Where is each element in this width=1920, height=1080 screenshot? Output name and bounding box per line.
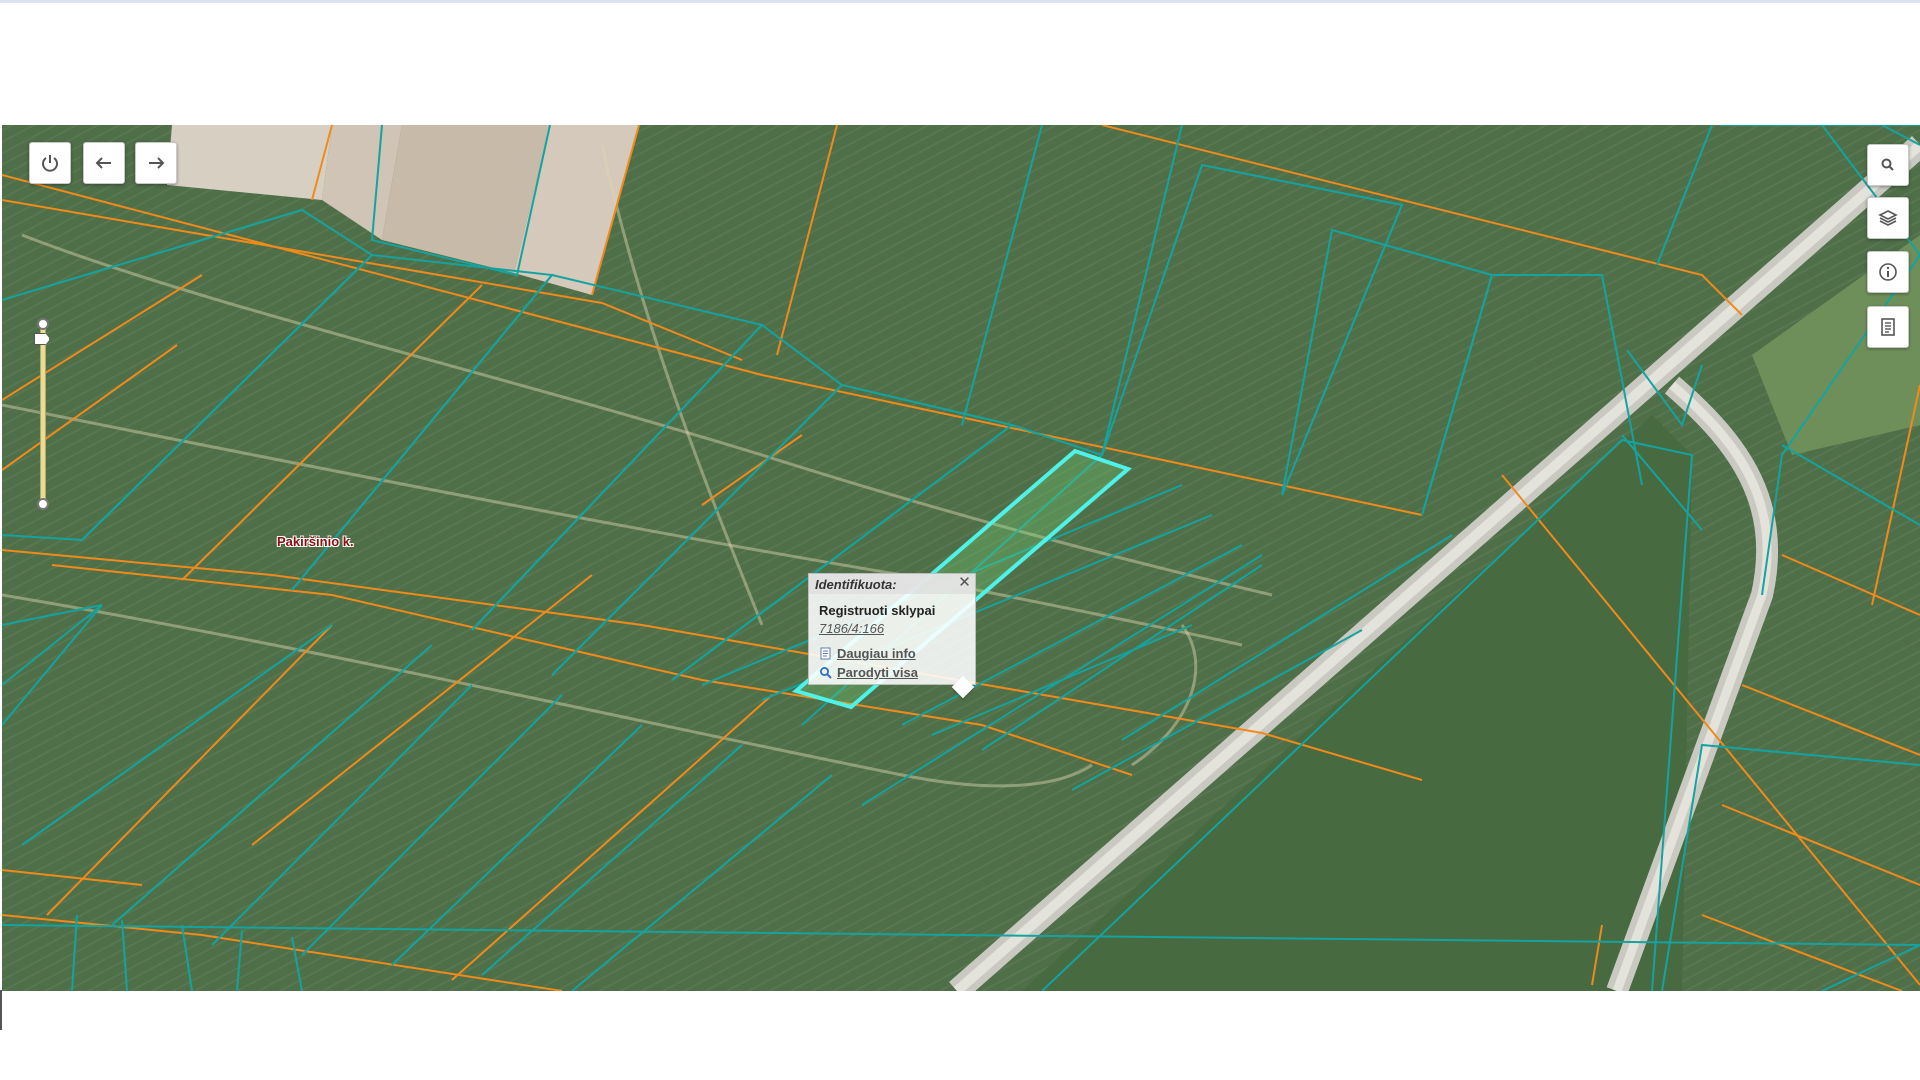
zoom-handle[interactable] bbox=[34, 333, 50, 345]
zoom-in-end[interactable] bbox=[37, 318, 49, 330]
legend-icon bbox=[1881, 318, 1895, 336]
identify-popup: Identifikuota: ✕ Registruoti sklypai 718… bbox=[808, 573, 976, 699]
magnifier-icon bbox=[820, 667, 832, 679]
map-canvas[interactable]: Pakiršinio k. Identifikuota: ✕ Registruo… bbox=[2, 125, 1920, 991]
layers-icon bbox=[1878, 210, 1898, 226]
info-button[interactable] bbox=[1867, 251, 1909, 293]
arrow-left-icon bbox=[95, 157, 111, 169]
layers-button[interactable] bbox=[1867, 197, 1909, 239]
left-edge-mark bbox=[0, 990, 2, 1030]
top-border bbox=[0, 0, 1920, 3]
show-all-label: Parodyti visa bbox=[837, 665, 918, 680]
zoom-out-end[interactable] bbox=[37, 498, 49, 510]
popup-close-button[interactable]: ✕ bbox=[957, 575, 972, 590]
map-imagery bbox=[2, 125, 1920, 991]
power-icon bbox=[42, 155, 58, 172]
legend-button[interactable] bbox=[1867, 306, 1909, 348]
zoom-track[interactable] bbox=[40, 326, 46, 502]
village-label: Pakiršinio k. bbox=[277, 534, 354, 549]
popup-title: Identifikuota: bbox=[815, 577, 897, 592]
show-all-link[interactable]: Parodyti visa bbox=[819, 665, 918, 680]
zoom-slider[interactable] bbox=[34, 318, 50, 510]
search-icon bbox=[1881, 158, 1894, 171]
back-button[interactable] bbox=[83, 142, 125, 184]
more-info-link[interactable]: Daugiau info bbox=[819, 646, 916, 661]
document-icon bbox=[820, 647, 831, 660]
parcel-id-link[interactable]: 7186/4:166 bbox=[819, 621, 884, 636]
search-button[interactable] bbox=[1867, 144, 1909, 186]
more-info-label: Daugiau info bbox=[837, 646, 916, 661]
popup-layer-name: Registruoti sklypai bbox=[819, 603, 936, 618]
power-button[interactable] bbox=[29, 142, 71, 184]
arrow-right-icon bbox=[149, 157, 165, 169]
info-icon bbox=[1879, 263, 1897, 281]
forward-button[interactable] bbox=[135, 142, 177, 184]
